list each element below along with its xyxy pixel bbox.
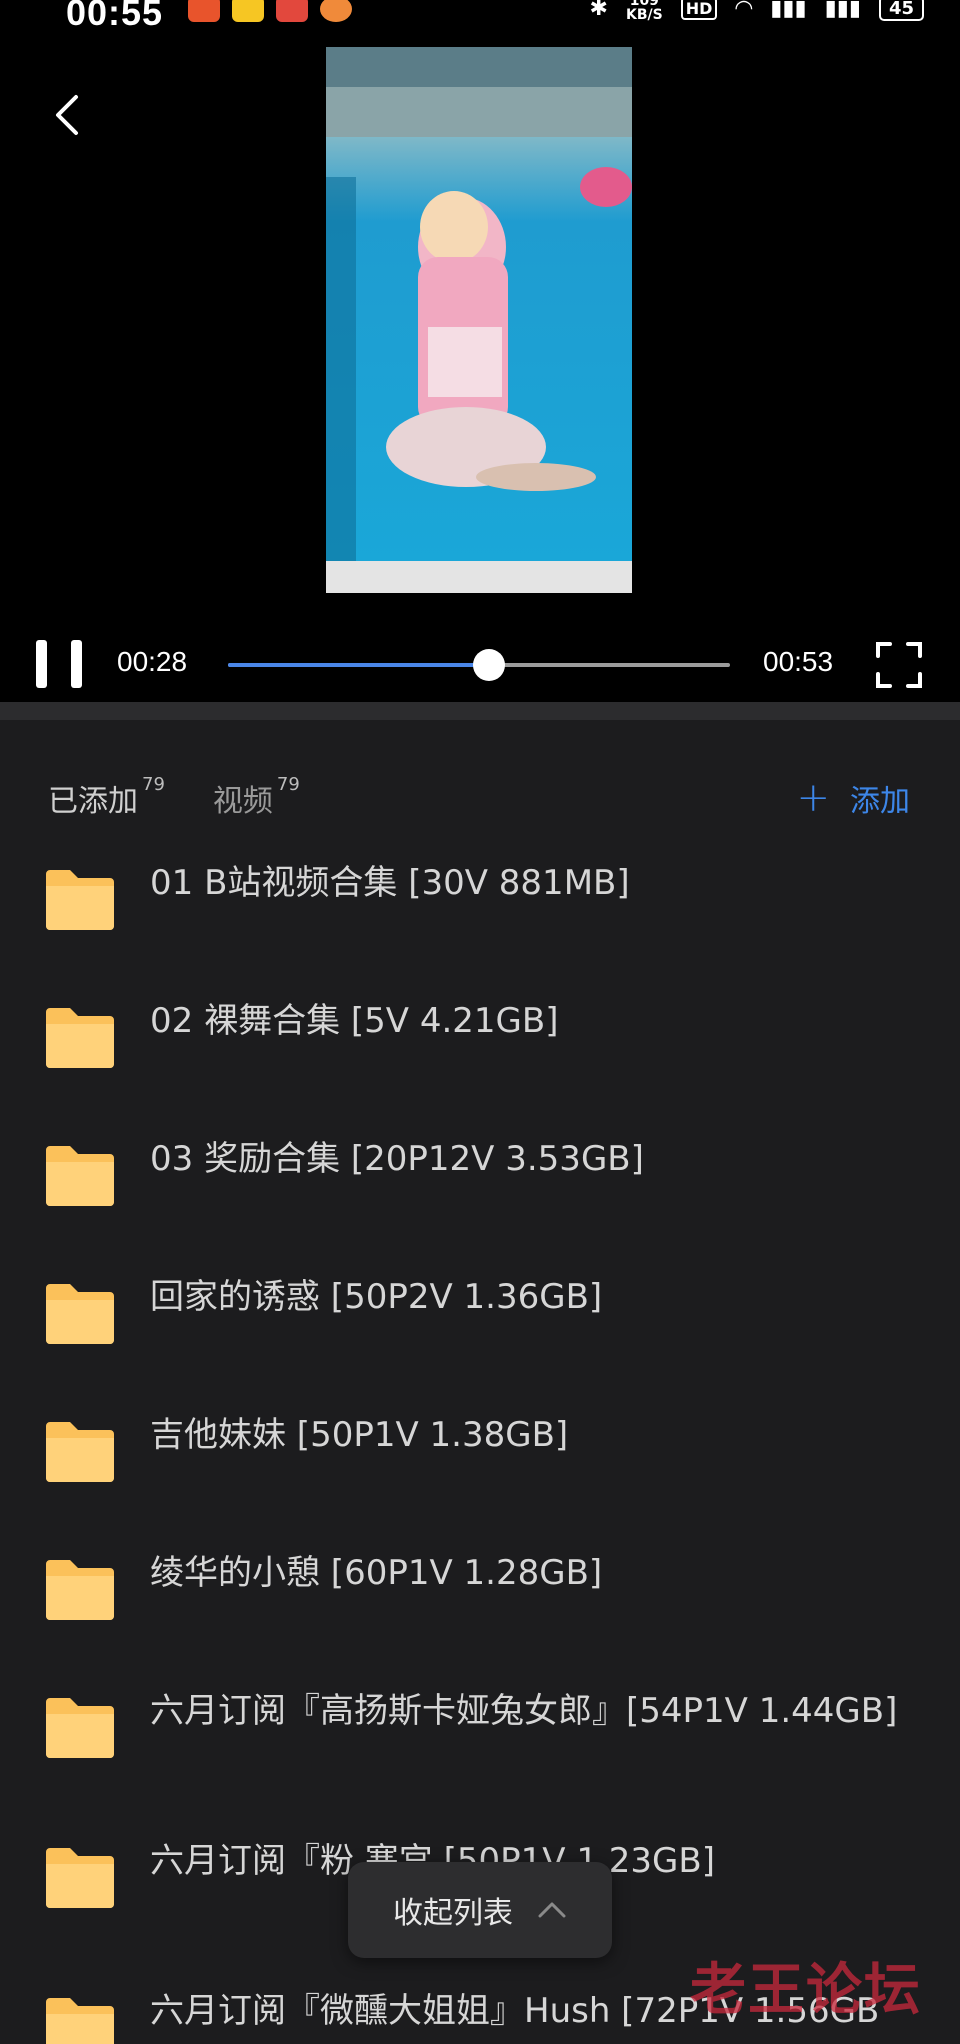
plus-icon: + <box>796 775 830 821</box>
video-player[interactable]: 00:28 00:53 <box>0 40 960 702</box>
progress-bar[interactable] <box>228 649 730 681</box>
folder-icon <box>46 1560 114 1620</box>
list-item[interactable]: 六月订阅『高扬斯卡娅兔女郎』[54P1V 1.44GB] <box>0 1678 960 1828</box>
tab-added[interactable]: 已添加 79 <box>48 774 165 820</box>
folder-icon <box>46 1422 114 1482</box>
list-item-label: 01 B站视频合集 [30V 881MB] <box>150 863 630 903</box>
folder-icon <box>46 1998 114 2044</box>
list-item[interactable]: 绫华的小憩 [60P1V 1.28GB] <box>0 1540 960 1678</box>
folder-icon <box>46 1848 114 1908</box>
list-item-label: 03 奖励合集 [20P12V 3.53GB] <box>150 1139 644 1179</box>
back-arrow-icon[interactable] <box>48 85 88 145</box>
list-item[interactable]: 吉他妹妹 [50P1V 1.38GB] <box>0 1402 960 1540</box>
playlist-panel: 已添加 79 视频 79 + 添加 01 B站视频合集 [30V 881MB] 02… <box>0 720 960 2044</box>
list-item-label: 吉他妹妹 [50P1V 1.38GB] <box>150 1415 569 1455</box>
notification-icons <box>188 0 352 22</box>
net-speed-unit: KB/S <box>625 7 663 23</box>
folder-icon <box>46 1146 114 1206</box>
total-time: 00:53 <box>763 646 834 677</box>
signal-icon-2: ▮▮▮ <box>824 0 861 21</box>
divider <box>0 702 960 720</box>
app-icon-red <box>276 0 308 22</box>
folder-icon <box>46 1698 114 1758</box>
add-button[interactable]: + 添加 <box>796 776 910 820</box>
video-thumbnail-image <box>326 47 632 593</box>
collapse-list-label: 收起列表 <box>393 1896 513 1931</box>
playlist-tabs: 已添加 79 视频 79 <box>48 774 300 820</box>
status-indicators: ✱ 109 KB/S HD ◠ ▮▮▮ ▮▮▮ 45 <box>590 0 924 22</box>
list-item-label: 绫华的小憩 [60P1V 1.28GB] <box>150 1553 603 1593</box>
chevron-up-icon <box>538 1902 566 1918</box>
list-item[interactable]: 01 B站视频合集 [30V 881MB] <box>0 850 960 988</box>
tab-videos-count: 79 <box>276 774 300 795</box>
player-controls: 00:28 00:53 <box>0 620 960 700</box>
meituan-icon <box>232 0 264 22</box>
list-item[interactable]: 03 奖励合集 [20P12V 3.53GB] <box>0 1126 960 1264</box>
progress-fill <box>228 663 490 667</box>
progress-knob[interactable] <box>473 649 506 681</box>
wifi-icon: ◠ <box>735 0 753 21</box>
list-item[interactable]: 02 裸舞合集 [5V 4.21GB] <box>0 988 960 1126</box>
tab-videos[interactable]: 视频 79 <box>212 774 300 820</box>
battery-indicator: 45 <box>878 0 924 21</box>
app-icon-orange <box>320 0 352 22</box>
status-bar: 00:55 ✱ 109 KB/S HD ◠ ▮▮▮ ▮▮▮ 45 <box>0 0 960 40</box>
tab-added-count: 79 <box>142 774 165 795</box>
collapse-list-button[interactable]: 收起列表 <box>348 1862 612 1958</box>
add-button-label: 添加 <box>850 784 910 819</box>
folder-icon <box>46 1008 114 1068</box>
pause-icon[interactable] <box>36 640 82 688</box>
signal-icon: ▮▮▮ <box>770 0 807 21</box>
huawei-music-icon <box>188 0 220 22</box>
watermark-logo: 老王论坛 <box>690 1957 922 2023</box>
fullscreen-icon[interactable] <box>874 640 924 690</box>
list-item-label: 02 裸舞合集 [5V 4.21GB] <box>150 1001 559 1041</box>
current-time: 00:28 <box>117 646 188 677</box>
tab-videos-label: 视频 <box>212 784 273 819</box>
app-root: 00:55 ✱ 109 KB/S HD ◠ ▮▮▮ ▮▮▮ 45 00:28 0… <box>0 0 960 2044</box>
folder-icon <box>46 1284 114 1344</box>
net-speed: 109 KB/S <box>626 0 663 22</box>
bluetooth-icon: ✱ <box>589 0 608 21</box>
tab-added-label: 已添加 <box>48 784 138 819</box>
folder-icon <box>46 870 114 930</box>
list-item-label: 六月订阅『高扬斯卡娅兔女郎』[54P1V 1.44GB] <box>150 1691 898 1731</box>
list-item-label: 回家的诱惑 [50P2V 1.36GB] <box>150 1277 603 1317</box>
status-time: 00:55 <box>66 0 164 33</box>
video-frame[interactable] <box>326 47 632 593</box>
list-item[interactable]: 回家的诱惑 [50P2V 1.36GB] <box>0 1264 960 1402</box>
hd-badge: HD <box>680 0 718 20</box>
